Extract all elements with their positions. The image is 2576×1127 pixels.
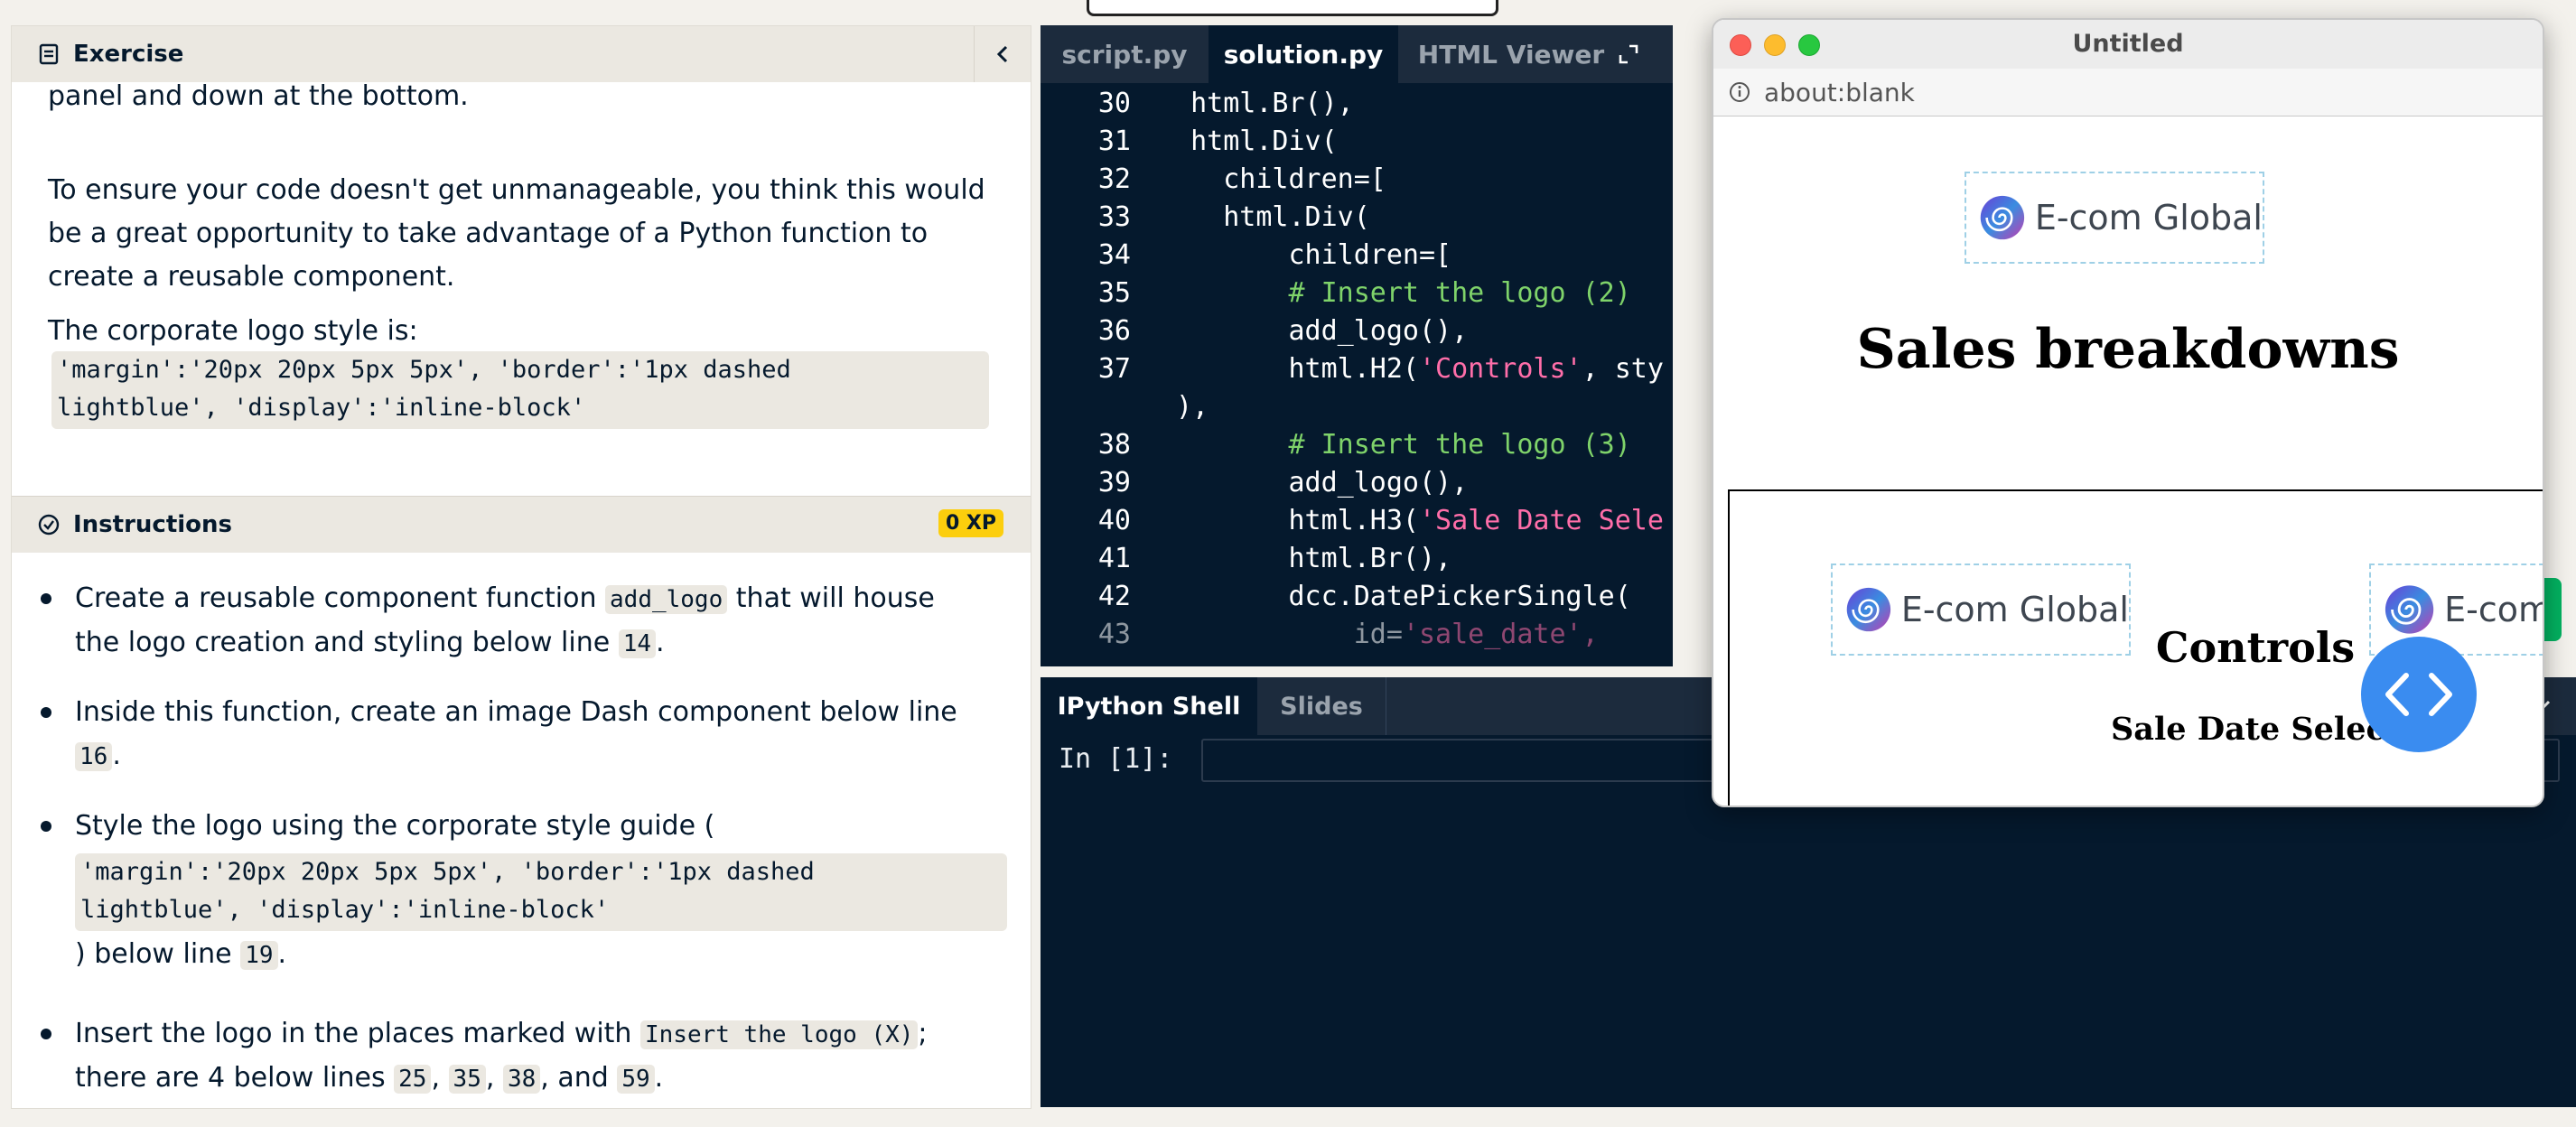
line-number: 38	[1097, 429, 1131, 461]
line-number: 33	[1097, 201, 1131, 233]
spiral-logo-icon	[1980, 195, 2025, 240]
code-comment: # Insert the logo (3)	[1158, 429, 1631, 461]
code-line: id='sale_date',	[1158, 619, 1599, 650]
code-brackets-icon	[2385, 673, 2452, 716]
line-number: 42	[1097, 581, 1131, 612]
instruction-item-4: Insert the logo in the places marked wit…	[75, 1018, 928, 1094]
code-line: html.H3('Sale Date Sele	[1158, 505, 1664, 536]
code-line: add_logo(),	[1158, 467, 1469, 498]
instruction-item-1: Create a reusable component function add…	[75, 582, 935, 658]
exercise-paragraph: To ensure your code doesn't get unmanage…	[48, 174, 985, 293]
tab-solution[interactable]: solution.py	[1209, 25, 1398, 83]
ecom-logo: E-com Global	[1965, 172, 2264, 264]
exercise-title: Exercise	[73, 41, 184, 68]
tab-ipython-shell[interactable]: IPython Shell	[1041, 677, 1257, 735]
instruction-item-3-tail: ) below line 19.	[75, 938, 287, 970]
line-number: 37	[1097, 353, 1131, 385]
instructions-title: Instructions	[73, 511, 233, 538]
document-icon	[37, 42, 61, 66]
window-title: Untitled	[2072, 30, 2184, 58]
code-line: html.H2('Controls', sty	[1158, 353, 1664, 385]
code-line: html.Div(	[1158, 201, 1370, 233]
address-bar[interactable]: about:blank	[1713, 69, 2543, 116]
line-number: 35	[1097, 277, 1131, 309]
code-line: children=[	[1158, 239, 1452, 271]
xp-badge: 0 XP	[938, 509, 1003, 537]
line-number: 43	[1097, 619, 1131, 650]
code-line-wrap: ),	[1176, 391, 1209, 423]
exercise-paragraph: panel and down at the bottom.	[48, 80, 469, 112]
chevron-left-icon	[996, 45, 1008, 63]
bullet-dot	[41, 1029, 51, 1039]
line-number: 41	[1097, 543, 1131, 574]
exercise-panel: Exercise panel and down at the bottom. T…	[11, 25, 1031, 1109]
line-number: 30	[1097, 88, 1131, 119]
code-line: children=[	[1158, 163, 1386, 195]
code-line: dcc.DatePickerSingle(	[1158, 581, 1631, 612]
collapse-panel-button[interactable]	[974, 26, 1031, 82]
page-heading: Sales breakdowns	[1856, 318, 2400, 381]
check-circle-icon	[37, 513, 61, 536]
shell-prompt: In [1]:	[1059, 743, 1173, 775]
line-number: 34	[1097, 239, 1131, 271]
top-search-box[interactable]	[1087, 0, 1498, 16]
code-comment: # Insert the logo (2)	[1158, 277, 1631, 309]
code-toggle-button[interactable]	[2361, 637, 2477, 752]
line-number: 39	[1097, 467, 1131, 498]
instruction-item-3: Style the logo using the corporate style…	[75, 810, 715, 842]
expand-icon	[1619, 44, 1638, 64]
bullet-dot	[41, 821, 51, 832]
code-line: html.Br(),	[1158, 543, 1452, 574]
code-editor[interactable]: script.py solution.py HTML Viewer 30 htm…	[1041, 25, 1673, 666]
code-line: html.Br(),	[1158, 88, 1354, 119]
browser-titlebar[interactable]: Untitled	[1713, 20, 2543, 70]
instructions-header[interactable]: Instructions 0 XP	[12, 496, 1031, 553]
bullet-dot	[41, 593, 51, 604]
editor-tabs: script.py solution.py HTML Viewer	[1041, 25, 1673, 83]
line-number: 40	[1097, 505, 1131, 536]
line-number: 36	[1097, 315, 1131, 347]
style-code-block: 'margin':'20px 20px 5px 5px', 'border':'…	[51, 351, 989, 429]
exercise-paragraph: The corporate logo style is:	[48, 315, 418, 347]
spiral-logo-icon	[1846, 587, 1891, 632]
line-number: 31	[1097, 126, 1131, 157]
tab-slides[interactable]: Slides	[1257, 677, 1386, 735]
url-text: about:blank	[1764, 77, 1915, 107]
info-icon	[1730, 82, 1750, 102]
style-code-inline: 'margin':'20px 20px 5px 5px', 'border':'…	[75, 853, 1007, 931]
tab-script[interactable]: script.py	[1041, 25, 1209, 83]
exercise-header[interactable]: Exercise	[12, 26, 1031, 82]
line-number: 32	[1097, 163, 1131, 195]
instruction-item-2: Inside this function, create an image Da…	[75, 696, 957, 771]
code-line: html.Div(	[1158, 126, 1338, 157]
code-line: add_logo(),	[1158, 315, 1469, 347]
tab-html-viewer[interactable]: HTML Viewer	[1398, 25, 1660, 83]
bullet-dot	[41, 707, 51, 718]
